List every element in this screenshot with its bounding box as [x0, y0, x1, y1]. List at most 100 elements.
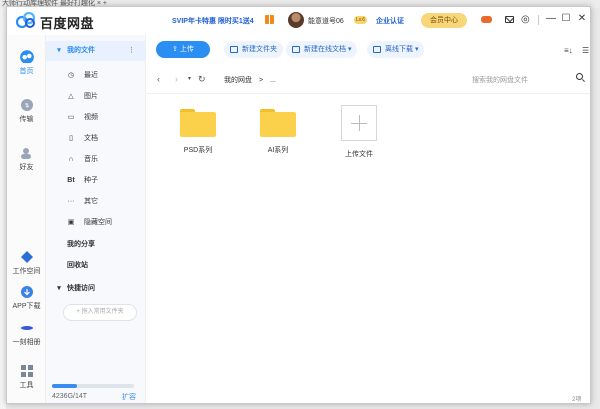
sidebar-item-hidden-space[interactable]: ▣ 隐藏空间 — [46, 213, 146, 233]
left-rail: 首页 ⇅ 传输 好友 工作空间 APP下载 一刻相册 工具 — [7, 35, 46, 403]
history-dropdown-icon[interactable]: ▾ — [188, 75, 191, 84]
sidebar-item-recycle-bin[interactable]: 回收站 — [46, 256, 146, 276]
sidebar-item-images[interactable]: △ 图片 — [46, 87, 146, 107]
refresh-icon[interactable]: ↻ — [198, 75, 206, 84]
tools-icon — [20, 365, 33, 377]
game-icon[interactable] — [481, 16, 492, 23]
plus-icon — [341, 105, 377, 141]
sidebar-item-docs[interactable]: ▯ 文档 — [46, 129, 146, 149]
chevron-down-icon: ▾ — [414, 46, 419, 53]
breadcrumb-more[interactable]: ... — [270, 77, 276, 84]
rail-item-app-download[interactable]: APP下载 — [7, 286, 46, 311]
video-icon: ▭ — [67, 114, 75, 121]
bt-icon: Bt — [67, 177, 75, 184]
friends-icon — [20, 148, 31, 159]
file-name: PSD系列 — [183, 147, 213, 154]
offline-download-button[interactable]: 离线下载 ▾ — [367, 41, 425, 58]
rail-item-label: 工具 — [19, 382, 34, 389]
new-folder-button[interactable]: 新建文件夹 — [224, 41, 283, 58]
svip-promo-link[interactable]: SVIP年卡特惠 限时买1送4 — [172, 16, 254, 26]
rail-item-label: 传输 — [19, 116, 34, 123]
sidebar-item-label: 回收站 — [67, 262, 88, 269]
new-online-doc-button[interactable]: 新建在线文档 ▾ — [286, 41, 358, 58]
upload-file-tile[interactable]: 上传文件 — [329, 105, 389, 159]
search-icon[interactable] — [576, 73, 583, 80]
vip-center-button[interactable]: 会员中心 — [421, 13, 467, 28]
new-folder-icon — [230, 46, 238, 53]
rail-item-friends[interactable]: 好友 — [7, 147, 46, 172]
transfer-icon: ⇅ — [20, 99, 33, 111]
title-separator — [538, 15, 539, 25]
sidebar-item-other[interactable]: ··· 其它 — [46, 192, 146, 212]
maximize-icon[interactable]: ☐ — [559, 12, 573, 26]
rail-item-tools[interactable]: 工具 — [7, 365, 46, 390]
breadcrumb-root[interactable]: 我的网盘 — [224, 77, 252, 84]
sidebar-item-label: 其它 — [84, 198, 98, 205]
sidebar-item-quick-access[interactable]: ▾ 快捷访问 — [46, 279, 146, 299]
file-name: 上传文件 — [345, 151, 373, 158]
back-icon[interactable]: ‹ — [157, 75, 160, 84]
expand-storage-link[interactable]: 扩容 — [122, 392, 136, 402]
enterprise-auth-link[interactable]: 企业认证 — [376, 16, 404, 26]
toolbar-divider — [146, 93, 590, 94]
add-common-folder-button[interactable]: + 拖入常用文件夹 — [63, 304, 137, 321]
more-icon: ··· — [67, 198, 75, 205]
rail-item-home[interactable]: 首页 — [7, 49, 46, 76]
sort-icon[interactable]: ≡↓ — [564, 46, 573, 55]
forward-icon[interactable]: › — [175, 75, 178, 84]
download-icon — [20, 286, 33, 298]
avatar[interactable] — [288, 12, 304, 28]
baidu-netdisk-window: 百度网盘 SVIP年卡特惠 限时买1送4 能意道号06 Lv.6 企业认证 会员… — [6, 6, 591, 404]
sidebar-item-music[interactable]: ∩ 音乐 — [46, 150, 146, 170]
rail-item-label: 一刻相册 — [12, 339, 41, 346]
breadcrumb: 我的网盘 > ... — [224, 75, 276, 85]
gift-icon[interactable] — [265, 15, 274, 24]
storage-bar-fill — [52, 384, 77, 388]
sidebar-item-label: 种子 — [84, 177, 98, 184]
rail-item-label: APP下载 — [12, 303, 41, 310]
rail-item-album[interactable]: 一刻相册 — [7, 322, 46, 347]
rail-item-workspace[interactable]: 工作空间 — [7, 251, 46, 276]
rail-item-transfer[interactable]: ⇅ 传输 — [7, 99, 46, 124]
mail-icon[interactable] — [505, 16, 514, 23]
storage-usage-text: 4236G/14T — [52, 393, 88, 400]
file-tile-psd[interactable]: PSD系列 — [168, 105, 228, 155]
close-icon[interactable]: ✕ — [575, 12, 589, 26]
search-input[interactable]: 搜索我的网盘文件 — [472, 75, 528, 85]
sidebar-item-video[interactable]: ▭ 视频 — [46, 108, 146, 128]
new-folder-label: 新建文件夹 — [242, 46, 277, 53]
sidebar-item-recent[interactable]: ◷ 最近 — [46, 66, 146, 86]
workspace-icon — [20, 251, 33, 263]
sidebar-item-label: 隐藏空间 — [84, 219, 112, 226]
settings-icon[interactable]: ◎ — [521, 15, 530, 25]
cloud-icon — [19, 50, 34, 63]
breadcrumb-separator: > — [258, 77, 264, 84]
folder-icon — [180, 109, 216, 137]
sidebar-item-torrent[interactable]: Bt 种子 — [46, 171, 146, 191]
upload-label: 上传 — [179, 46, 194, 53]
sidebar-item-label: 快捷访问 — [67, 285, 95, 292]
app-title: 百度网盘 — [40, 16, 95, 31]
chevron-down-icon: ▾ — [57, 47, 61, 54]
sidebar-item-my-share[interactable]: 我的分享 — [46, 235, 146, 255]
doc-icon: ▯ — [69, 135, 73, 142]
storage-bar — [52, 384, 134, 388]
list-view-icon[interactable]: ☰ — [582, 46, 589, 55]
offline-download-label: 离线下载 — [385, 46, 413, 53]
minimize-icon[interactable]: — — [544, 12, 558, 26]
sidebar-item-label: 视频 — [84, 114, 98, 121]
file-tile-ai[interactable]: AI系列 — [248, 105, 308, 155]
more-dots-icon[interactable]: ⋮ — [128, 41, 135, 61]
item-count: 2项 — [572, 397, 582, 403]
new-online-doc-label: 新建在线文档 — [304, 46, 346, 53]
upload-button[interactable]: ⇪ 上传 — [156, 41, 210, 58]
rail-item-label: 好友 — [19, 164, 34, 171]
level-badge: Lv.6 — [354, 16, 368, 24]
music-icon: ∩ — [68, 156, 74, 163]
rail-item-label: 首页 — [19, 68, 34, 75]
clock-icon: ◷ — [67, 72, 75, 79]
lock-icon: ▣ — [67, 219, 75, 226]
username[interactable]: 能意道号06 — [308, 16, 344, 26]
sidebar-item-my-files[interactable]: ▾ 我的文件 ⋮ — [46, 41, 146, 61]
baidu-netdisk-logo-icon — [15, 12, 36, 28]
